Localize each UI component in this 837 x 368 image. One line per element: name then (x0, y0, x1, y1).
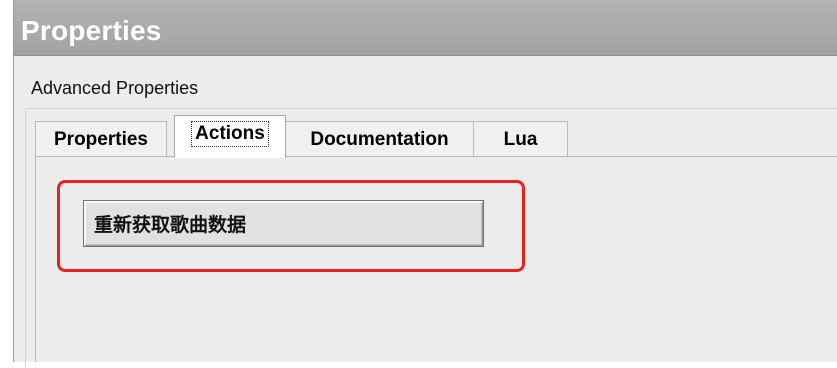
tab-properties-label: Properties (54, 128, 148, 150)
section-label: Advanced Properties (31, 78, 199, 98)
window-title: Properties (21, 15, 162, 46)
title-bar[interactable]: Properties (14, 0, 837, 56)
properties-window: Properties Advanced Properties Propertie… (13, 0, 837, 368)
tab-actions[interactable]: Actions (174, 115, 286, 158)
tab-documentation[interactable]: Documentation (285, 121, 474, 157)
tab-documentation-label: Documentation (310, 128, 449, 150)
refetch-song-data-button[interactable]: 重新获取歌曲数据 (83, 200, 484, 247)
tab-actions-label: Actions (191, 121, 269, 147)
tab-properties[interactable]: Properties (35, 121, 167, 157)
tab-lua-label: Lua (503, 128, 538, 150)
tab-lua[interactable]: Lua (473, 121, 568, 157)
